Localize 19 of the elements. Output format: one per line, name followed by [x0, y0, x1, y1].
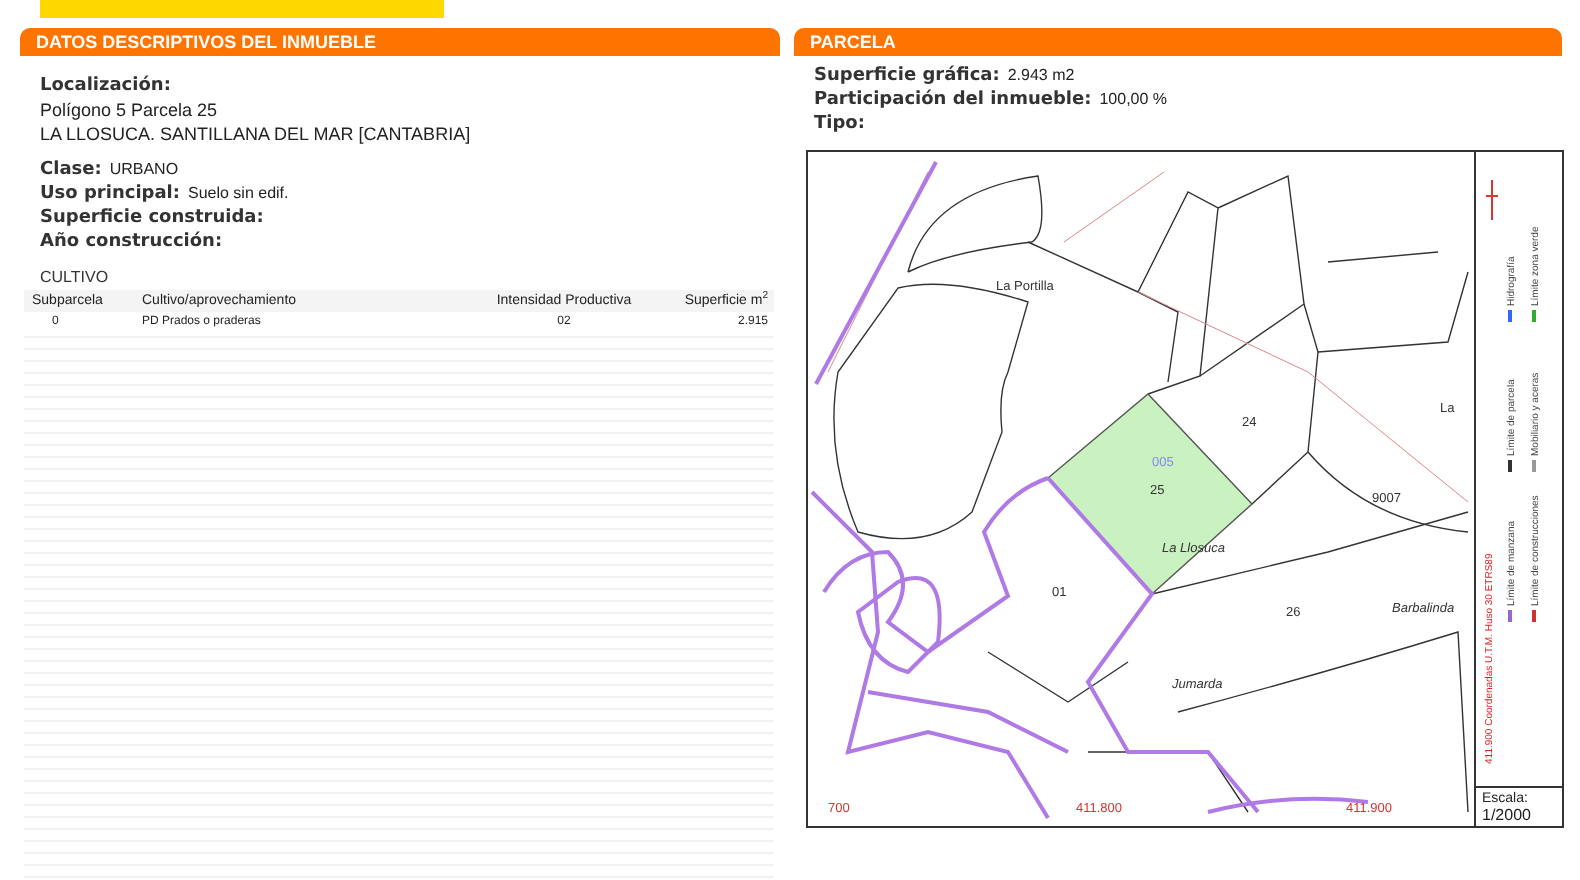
field-label: Localización:	[40, 76, 173, 96]
section-header: PARCELA	[794, 28, 1562, 56]
field-value: Suelo sin edif.	[187, 184, 289, 202]
scale-value: 1/2000	[1482, 807, 1533, 823]
address-line: LA LLOSUCA. SANTILLANA DEL MAR [CANTABRIA]	[40, 124, 473, 144]
field-label: Uso principal:	[40, 184, 180, 204]
field-label: Superficie gráfica:	[814, 66, 1000, 86]
field-value: 2.943 m2	[1007, 66, 1075, 84]
section-header: DATOS DESCRIPTIVOS DEL INMUEBLE	[20, 28, 780, 56]
field-value: 100,00 %	[1099, 90, 1168, 108]
field-label: Superficie construida:	[40, 208, 264, 228]
field-label: Tipo:	[814, 114, 865, 134]
field-label: Año construcción:	[40, 232, 223, 252]
field-label: Participación del inmueble:	[814, 90, 1092, 110]
field-label: Clase:	[40, 160, 102, 180]
subsection-title: CULTIVO	[40, 268, 111, 286]
field-value: URBANO	[109, 160, 179, 178]
address-line: Polígono 5 Parcela 25	[40, 100, 220, 120]
selected-parcel[interactable]	[1047, 393, 1253, 595]
